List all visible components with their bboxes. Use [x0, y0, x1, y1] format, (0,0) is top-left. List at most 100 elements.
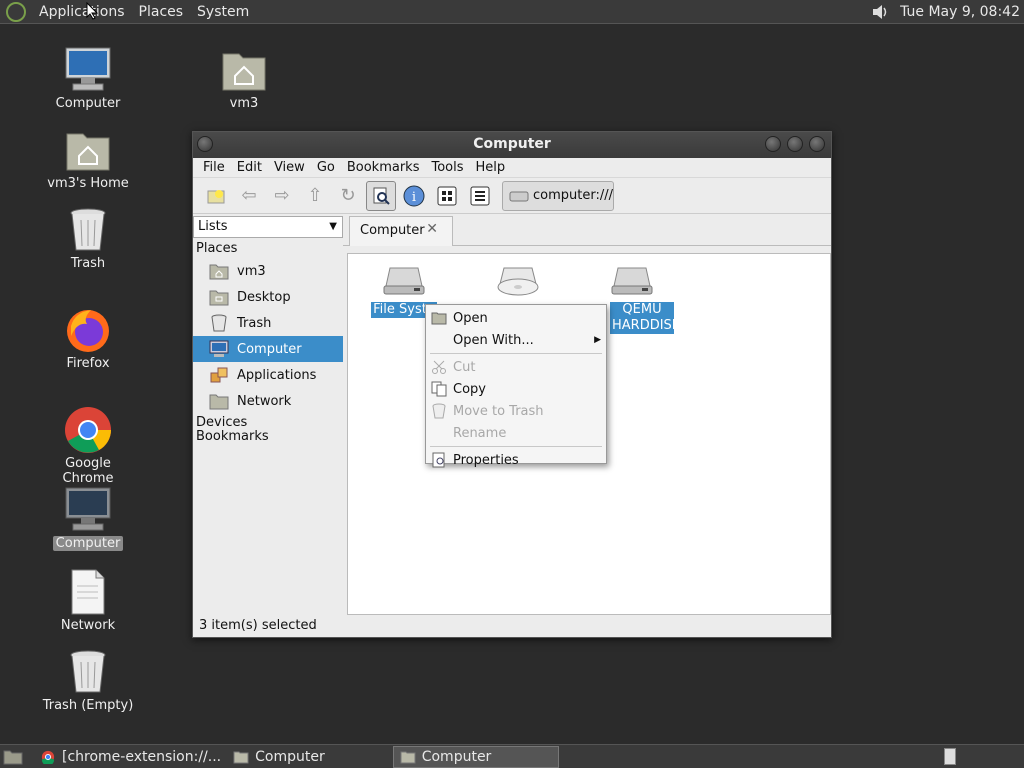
sidebar-item-vm3[interactable]: vm3	[193, 258, 343, 284]
sidebar-view-selector[interactable]: Lists ▼	[193, 216, 343, 238]
show-desktop-icon[interactable]	[2, 748, 24, 766]
up-button[interactable]: ⇧	[300, 181, 330, 211]
sidebar-item-network[interactable]: Network	[193, 388, 343, 414]
menu-tools[interactable]: Tools	[425, 160, 469, 175]
desktop-icon-trash-empty[interactable]: Trash (Empty)	[38, 648, 138, 713]
home-folder-icon	[209, 264, 229, 280]
hard-drive-icon	[383, 267, 425, 295]
desktop-icon-home[interactable]: vm3's Home	[38, 126, 138, 191]
hard-drive-icon	[611, 267, 653, 295]
forward-button[interactable]: ⇨	[267, 181, 297, 211]
icon-view-button[interactable]	[432, 181, 462, 211]
sidebar-item-computer[interactable]: Computer	[193, 336, 343, 362]
tab-computer[interactable]: Computer ✕	[349, 216, 453, 246]
search-toggle-button[interactable]	[366, 180, 396, 211]
new-folder-button[interactable]	[201, 181, 231, 211]
file-icon-optical-drive[interactable]	[472, 262, 564, 302]
sidebar-places-header[interactable]: Places	[193, 240, 343, 258]
reload-button[interactable]: ↻	[333, 181, 363, 211]
desktop-icon-chrome[interactable]: Google Chrome	[38, 406, 138, 486]
mouse-pointer-icon	[86, 2, 98, 20]
desktop-icon-label: Trash (Empty)	[42, 698, 134, 713]
drive-icon	[509, 191, 529, 201]
scissors-icon	[432, 360, 446, 374]
desktop-folder-icon	[209, 290, 229, 306]
menu-edit[interactable]: Edit	[231, 160, 268, 175]
chevron-down-icon: ▼	[329, 221, 337, 232]
taskbar: [chrome-extension://... Computer Compute…	[0, 744, 1024, 768]
context-menu-cut: Cut	[426, 356, 606, 378]
maximize-button[interactable]	[787, 136, 803, 152]
folder-open-icon	[431, 312, 447, 325]
desktop-icon-computer[interactable]: Computer	[38, 46, 138, 111]
status-bar: 3 item(s) selected	[199, 618, 317, 633]
new-folder-icon	[207, 189, 225, 203]
sidebar-item-applications[interactable]: Applications	[193, 362, 343, 388]
desktop-icon-label: Network	[60, 618, 116, 633]
menu-separator	[430, 446, 602, 447]
close-button[interactable]	[809, 136, 825, 152]
desktop-icon-label: Trash	[70, 256, 106, 271]
document-icon	[71, 569, 105, 615]
workspace-switcher[interactable]	[944, 748, 956, 765]
panel-tray: Tue May 9, 08:42	[870, 0, 1024, 24]
desktop-icon-firefox[interactable]: Firefox	[38, 306, 138, 371]
context-menu-rename: Rename	[453, 425, 507, 441]
menu-file[interactable]: File	[197, 160, 231, 175]
context-menu-open[interactable]: Open	[426, 307, 606, 329]
list-icon	[470, 186, 490, 205]
context-menu: Open Open With... ▶ Cut Copy Move to Tra…	[425, 304, 607, 468]
desktop-icon-vm3[interactable]: vm3	[194, 46, 294, 111]
places-menu[interactable]: Places	[132, 1, 191, 23]
menu-go[interactable]: Go	[311, 160, 341, 175]
sidebar-bookmarks-header[interactable]: Bookmarks	[193, 428, 343, 446]
task-computer[interactable]: Computer	[227, 746, 331, 768]
desktop-icon-network[interactable]: Network	[38, 568, 138, 633]
home-folder-icon	[222, 53, 266, 91]
desktop-icon-label: Computer	[52, 536, 124, 551]
back-arrow-icon: ⇦	[241, 185, 257, 206]
chrome-icon	[65, 407, 111, 453]
computer-icon	[209, 340, 229, 357]
desktop-icon-trash[interactable]: Trash	[38, 206, 138, 271]
applications-menu[interactable]: Applications	[32, 1, 132, 23]
firefox-icon	[67, 310, 109, 352]
menu-view[interactable]: View	[268, 160, 311, 175]
clock[interactable]: Tue May 9, 08:42	[892, 4, 1024, 20]
desktop-icon-label: Firefox	[66, 356, 110, 371]
task-chrome[interactable]: [chrome-extension://...	[34, 746, 227, 768]
trash-icon	[211, 314, 227, 332]
menu-bookmarks[interactable]: Bookmarks	[341, 160, 426, 175]
context-menu-open-with[interactable]: Open With... ▶	[426, 329, 606, 351]
minimize-button[interactable]	[765, 136, 781, 152]
desktop-icon-computer-2[interactable]: Computer	[38, 486, 138, 551]
tab-label: Computer	[360, 223, 425, 238]
forward-arrow-icon: ⇨	[274, 185, 290, 206]
menu-separator	[430, 353, 602, 354]
location-bar[interactable]: computer:///	[502, 180, 614, 211]
back-button[interactable]: ⇦	[234, 181, 264, 211]
distro-logo-icon[interactable]	[6, 1, 26, 22]
info-button[interactable]: i	[399, 181, 429, 211]
volume-icon[interactable]	[870, 2, 892, 22]
desktop-icon-label: vm3	[229, 96, 259, 111]
sidebar-item-trash[interactable]: Trash	[193, 310, 343, 336]
desktop-icon-label: vm3's Home	[47, 176, 129, 191]
context-menu-properties[interactable]: Properties	[426, 449, 606, 471]
task-computer-active[interactable]: Computer	[392, 745, 559, 768]
menu-help[interactable]: Help	[470, 160, 512, 175]
computer-icon	[65, 47, 111, 91]
grid-icon	[437, 186, 457, 205]
close-tab-icon[interactable]: ✕	[426, 221, 438, 237]
sidebar: Lists ▼ Places vm3 Desktop Trash Compute…	[193, 214, 343, 619]
info-icon: i	[403, 185, 425, 206]
desktop-icon-label: Google Chrome	[62, 456, 114, 486]
context-menu-copy[interactable]: Copy	[426, 378, 606, 400]
sidebar-item-desktop[interactable]: Desktop	[193, 284, 343, 310]
file-label: QEMU HARDDISK	[610, 302, 681, 334]
window-title: Computer	[473, 136, 551, 152]
system-menu[interactable]: System	[190, 1, 256, 23]
window-titlebar[interactable]: Computer	[193, 132, 831, 158]
window-menu-button[interactable]	[197, 136, 213, 152]
list-view-button[interactable]	[465, 181, 495, 211]
